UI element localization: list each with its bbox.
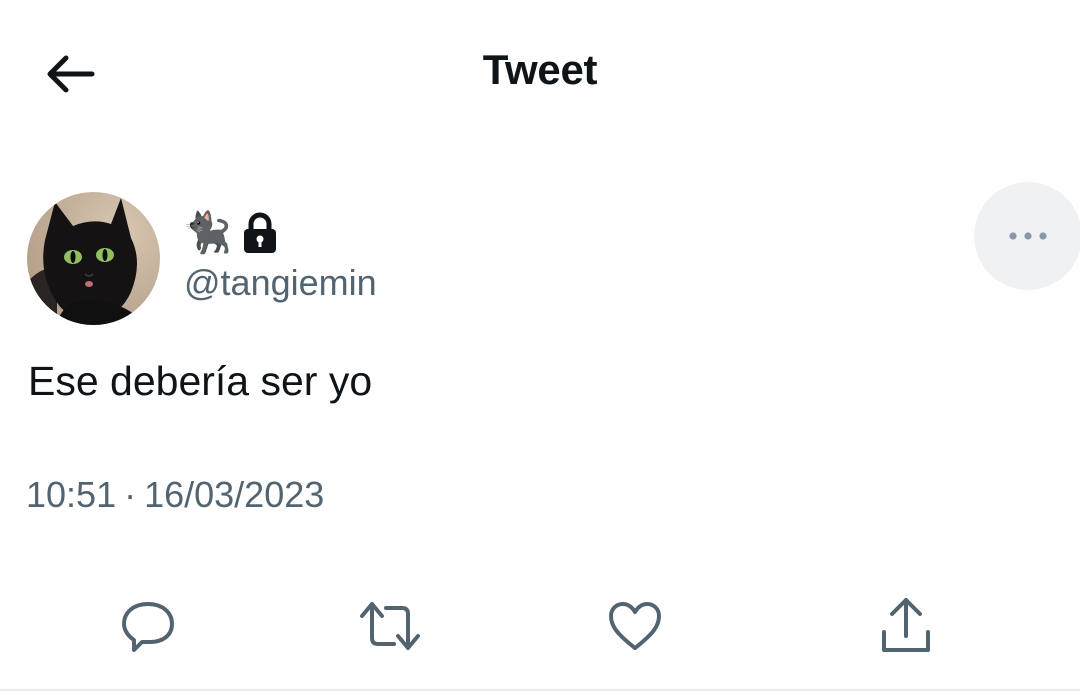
- retweet-icon: [360, 602, 420, 650]
- reply-icon: [122, 602, 174, 652]
- meta-separator: ·: [124, 474, 137, 515]
- tweet-time: 10:51: [26, 474, 117, 515]
- heart-icon: [609, 602, 661, 650]
- like-button[interactable]: [599, 590, 671, 662]
- more-horizontal-icon: [1009, 232, 1047, 240]
- share-icon: [882, 598, 930, 652]
- page-title: Tweet: [482, 46, 598, 93]
- retweet-button[interactable]: [354, 590, 426, 662]
- avatar[interactable]: [27, 192, 160, 325]
- user-handle[interactable]: @tangiemin: [184, 262, 377, 304]
- tweet-text: Ese debería ser yo: [28, 358, 373, 404]
- lock-icon: [243, 212, 276, 253]
- tweet-date: 16/03/2023: [144, 474, 325, 515]
- reply-button[interactable]: [112, 590, 184, 662]
- user-name[interactable]: 🐈‍⬛: [182, 206, 278, 260]
- tweet-timestamp[interactable]: 10:51 · 16/03/2023: [26, 474, 324, 516]
- share-button[interactable]: [870, 590, 942, 662]
- black-cat-avatar: [27, 192, 160, 325]
- top-bar: Tweet: [0, 0, 1080, 150]
- divider: [0, 689, 1080, 691]
- more-options-button[interactable]: [974, 182, 1080, 290]
- tweet-actions: [0, 590, 1080, 662]
- black-cat-emoji: 🐈‍⬛: [182, 210, 232, 256]
